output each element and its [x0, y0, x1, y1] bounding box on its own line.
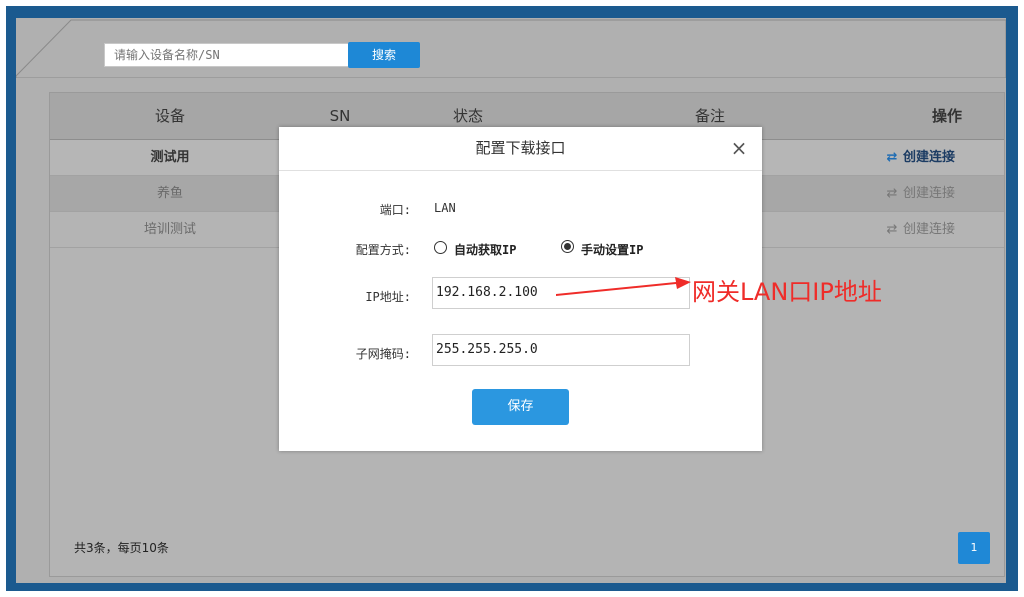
annotation-label: 网关LAN口IP地址	[692, 278, 882, 306]
